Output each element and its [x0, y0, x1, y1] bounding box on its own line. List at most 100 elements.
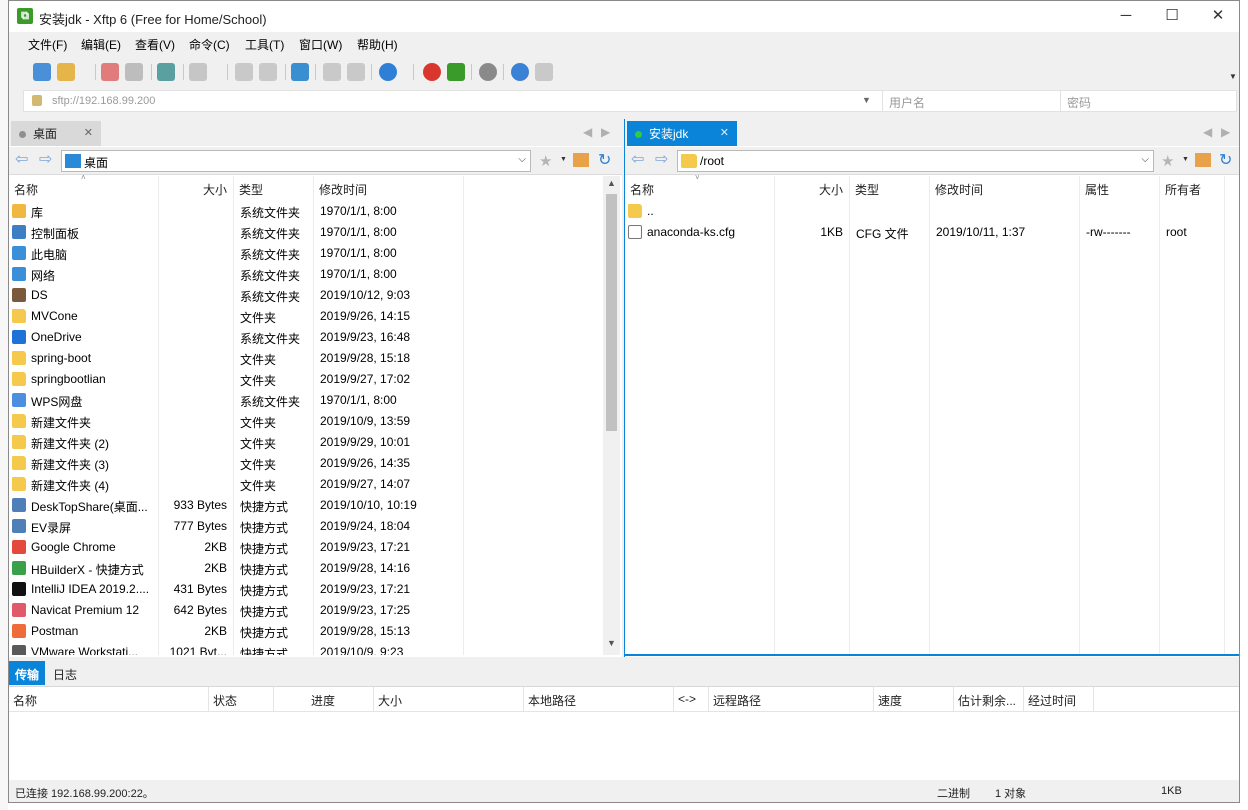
local-file-row[interactable]: DeskTopShare(桌面... 933 Bytes 快捷方式 2019/10/1…	[9, 495, 603, 516]
forward-icon[interactable]: ⇨	[39, 152, 52, 168]
local-file-row[interactable]: Postman 2KB 快捷方式 2019/9/28, 15:13	[9, 621, 603, 642]
new-session-icon[interactable]	[33, 63, 51, 81]
transfer-column-status[interactable]: 状态	[213, 692, 237, 709]
local-file-row[interactable]: VMware Workstati... 1021 Byt... 快捷方式 2019/1…	[9, 642, 603, 655]
local-file-row[interactable]: 网络 系统文件夹 1970/1/1, 8:00	[9, 264, 603, 285]
column-owner[interactable]: 所有者	[1165, 181, 1201, 198]
scroll-up-icon[interactable]: ▲	[607, 178, 616, 188]
local-file-row[interactable]: WPS网盘 系统文件夹 1970/1/1, 8:00	[9, 390, 603, 411]
local-file-row[interactable]: 新建文件夹 (2) 文件夹 2019/9/29, 10:01	[9, 432, 603, 453]
column-modified[interactable]: 修改时间	[319, 181, 367, 198]
transfer-column-direction[interactable]: <->	[678, 692, 696, 706]
close-tab-icon[interactable]: ✕	[84, 126, 93, 139]
transfer-column-local-path[interactable]: 本地路径	[528, 692, 576, 709]
column-type[interactable]: 类型	[239, 181, 263, 198]
scrollbar-thumb[interactable]	[606, 194, 617, 431]
local-file-row[interactable]: 控制面板 系统文件夹 1970/1/1, 8:00	[9, 222, 603, 243]
sync-icon[interactable]	[157, 63, 175, 81]
tab-scroll-right-icon[interactable]: ▶	[601, 125, 610, 139]
globe-icon[interactable]	[379, 63, 397, 81]
transfer-icon[interactable]	[291, 63, 309, 81]
close-tab-icon[interactable]: ✕	[720, 126, 729, 139]
remote-copy-icon[interactable]	[347, 63, 365, 81]
back-icon[interactable]: ⇦	[631, 152, 644, 168]
column-attributes[interactable]: 属性	[1085, 181, 1109, 198]
address-url[interactable]: sftp://192.168.99.200	[52, 95, 155, 107]
local-file-row[interactable]: OneDrive 系统文件夹 2019/9/23, 16:48	[9, 327, 603, 348]
username-field[interactable]: 用户名	[882, 91, 1060, 111]
tab-scroll-left-icon[interactable]: ◀	[1203, 125, 1212, 139]
chat-icon[interactable]	[535, 63, 553, 81]
local-copy-icon[interactable]	[323, 63, 341, 81]
menu-view[interactable]: 查看(V)	[135, 36, 175, 53]
play-icon[interactable]	[189, 63, 207, 81]
settings-icon[interactable]	[479, 63, 497, 81]
favorite-icon[interactable]: ★	[539, 152, 552, 170]
local-file-row[interactable]: Navicat Premium 12 642 Bytes 快捷方式 2019/9/23…	[9, 600, 603, 621]
local-file-row[interactable]: 新建文件夹 文件夹 2019/10/9, 13:59	[9, 411, 603, 432]
copy-icon[interactable]	[235, 63, 253, 81]
refresh-icon[interactable]: ↻	[1219, 150, 1232, 170]
xshell-icon[interactable]	[423, 63, 441, 81]
menu-window[interactable]: 窗口(W)	[299, 36, 342, 53]
transfer-column-progress[interactable]: 进度	[311, 692, 335, 709]
tab-scroll-right-icon[interactable]: ▶	[1221, 125, 1230, 139]
column-name[interactable]: 名称	[630, 181, 654, 198]
forward-icon[interactable]: ⇨	[655, 152, 668, 168]
local-file-row[interactable]: MVCone 文件夹 2019/9/26, 14:15	[9, 306, 603, 327]
home-icon[interactable]	[1195, 153, 1211, 167]
minimize-icon[interactable]: ─	[1103, 1, 1149, 32]
back-icon[interactable]: ⇦	[15, 152, 28, 168]
transfer-column-size[interactable]: 大小	[378, 692, 402, 709]
paste-icon[interactable]	[259, 63, 277, 81]
column-size[interactable]: 大小	[819, 181, 843, 198]
local-file-row[interactable]: 新建文件夹 (3) 文件夹 2019/9/26, 14:35	[9, 453, 603, 474]
address-dropdown-icon[interactable]: ▼	[862, 95, 871, 105]
reconnect-icon[interactable]	[125, 63, 143, 81]
menu-command[interactable]: 命令(C)	[189, 36, 230, 53]
home-icon[interactable]	[573, 153, 589, 167]
xftp-icon[interactable]	[447, 63, 465, 81]
local-file-row[interactable]: 库 系统文件夹 1970/1/1, 8:00	[9, 201, 603, 222]
favorite-icon[interactable]: ★	[1161, 152, 1174, 170]
close-icon[interactable]: ✕	[1195, 1, 1239, 32]
tab-remote-session[interactable]: 安装jdk ✕	[627, 121, 737, 146]
tab-local-desktop[interactable]: 桌面 ✕	[11, 121, 101, 146]
tab-scroll-left-icon[interactable]: ◀	[583, 125, 592, 139]
remote-path-box[interactable]: /root ⌵	[677, 150, 1154, 172]
transfer-column-speed[interactable]: 速度	[878, 692, 902, 709]
path-dropdown-icon[interactable]: ⌵	[1141, 154, 1149, 165]
toolbar-overflow-icon[interactable]: ▼	[1229, 72, 1237, 81]
local-scrollbar[interactable]: ▲ ▼	[603, 176, 620, 655]
menu-tools[interactable]: 工具(T)	[245, 36, 284, 53]
scroll-down-icon[interactable]: ▼	[607, 638, 616, 648]
address-bar[interactable]: sftp://192.168.99.200 ▼ 用户名 密码	[23, 90, 1237, 112]
remote-file-row[interactable]: anaconda-ks.cfg 1KB CFG 文件 2019/10/11, 1:37…	[625, 222, 1239, 243]
local-file-row[interactable]: EV录屏 777 Bytes 快捷方式 2019/9/24, 18:04	[9, 516, 603, 537]
local-path-box[interactable]: 桌面 ⌵	[61, 150, 531, 172]
column-modified[interactable]: 修改时间	[935, 181, 983, 198]
menu-file[interactable]: 文件(F)	[28, 36, 67, 53]
path-dropdown-icon[interactable]: ⌵	[518, 154, 526, 165]
open-folder-icon[interactable]	[57, 63, 75, 81]
menu-edit[interactable]: 编辑(E)	[81, 36, 121, 53]
local-file-row[interactable]: Google Chrome 2KB 快捷方式 2019/9/23, 17:21	[9, 537, 603, 558]
remote-file-row[interactable]: ..	[625, 201, 1239, 222]
maximize-icon[interactable]: ☐	[1149, 1, 1195, 32]
local-file-row[interactable]: HBuilderX - 快捷方式 2KB 快捷方式 2019/9/28, 14:16	[9, 558, 603, 579]
tab-log[interactable]: 日志	[47, 661, 83, 685]
refresh-icon[interactable]: ↻	[598, 150, 611, 170]
local-file-row[interactable]: 新建文件夹 (4) 文件夹 2019/9/27, 14:07	[9, 474, 603, 495]
tab-transfer[interactable]: 传输	[9, 661, 46, 685]
menu-help[interactable]: 帮助(H)	[357, 36, 398, 53]
disconnect-icon[interactable]	[101, 63, 119, 81]
column-type[interactable]: 类型	[855, 181, 879, 198]
transfer-column-elapsed[interactable]: 经过时间	[1028, 692, 1076, 709]
local-file-row[interactable]: spring-boot 文件夹 2019/9/28, 15:18	[9, 348, 603, 369]
transfer-column-eta[interactable]: 估计剩余...	[958, 692, 1016, 709]
column-size[interactable]: 大小	[203, 181, 227, 198]
transfer-column-remote-path[interactable]: 远程路径	[713, 692, 761, 709]
local-file-row[interactable]: DS 系统文件夹 2019/10/12, 9:03	[9, 285, 603, 306]
favorite-dropdown-icon[interactable]: ▼	[560, 156, 567, 163]
favorite-dropdown-icon[interactable]: ▼	[1182, 156, 1189, 163]
